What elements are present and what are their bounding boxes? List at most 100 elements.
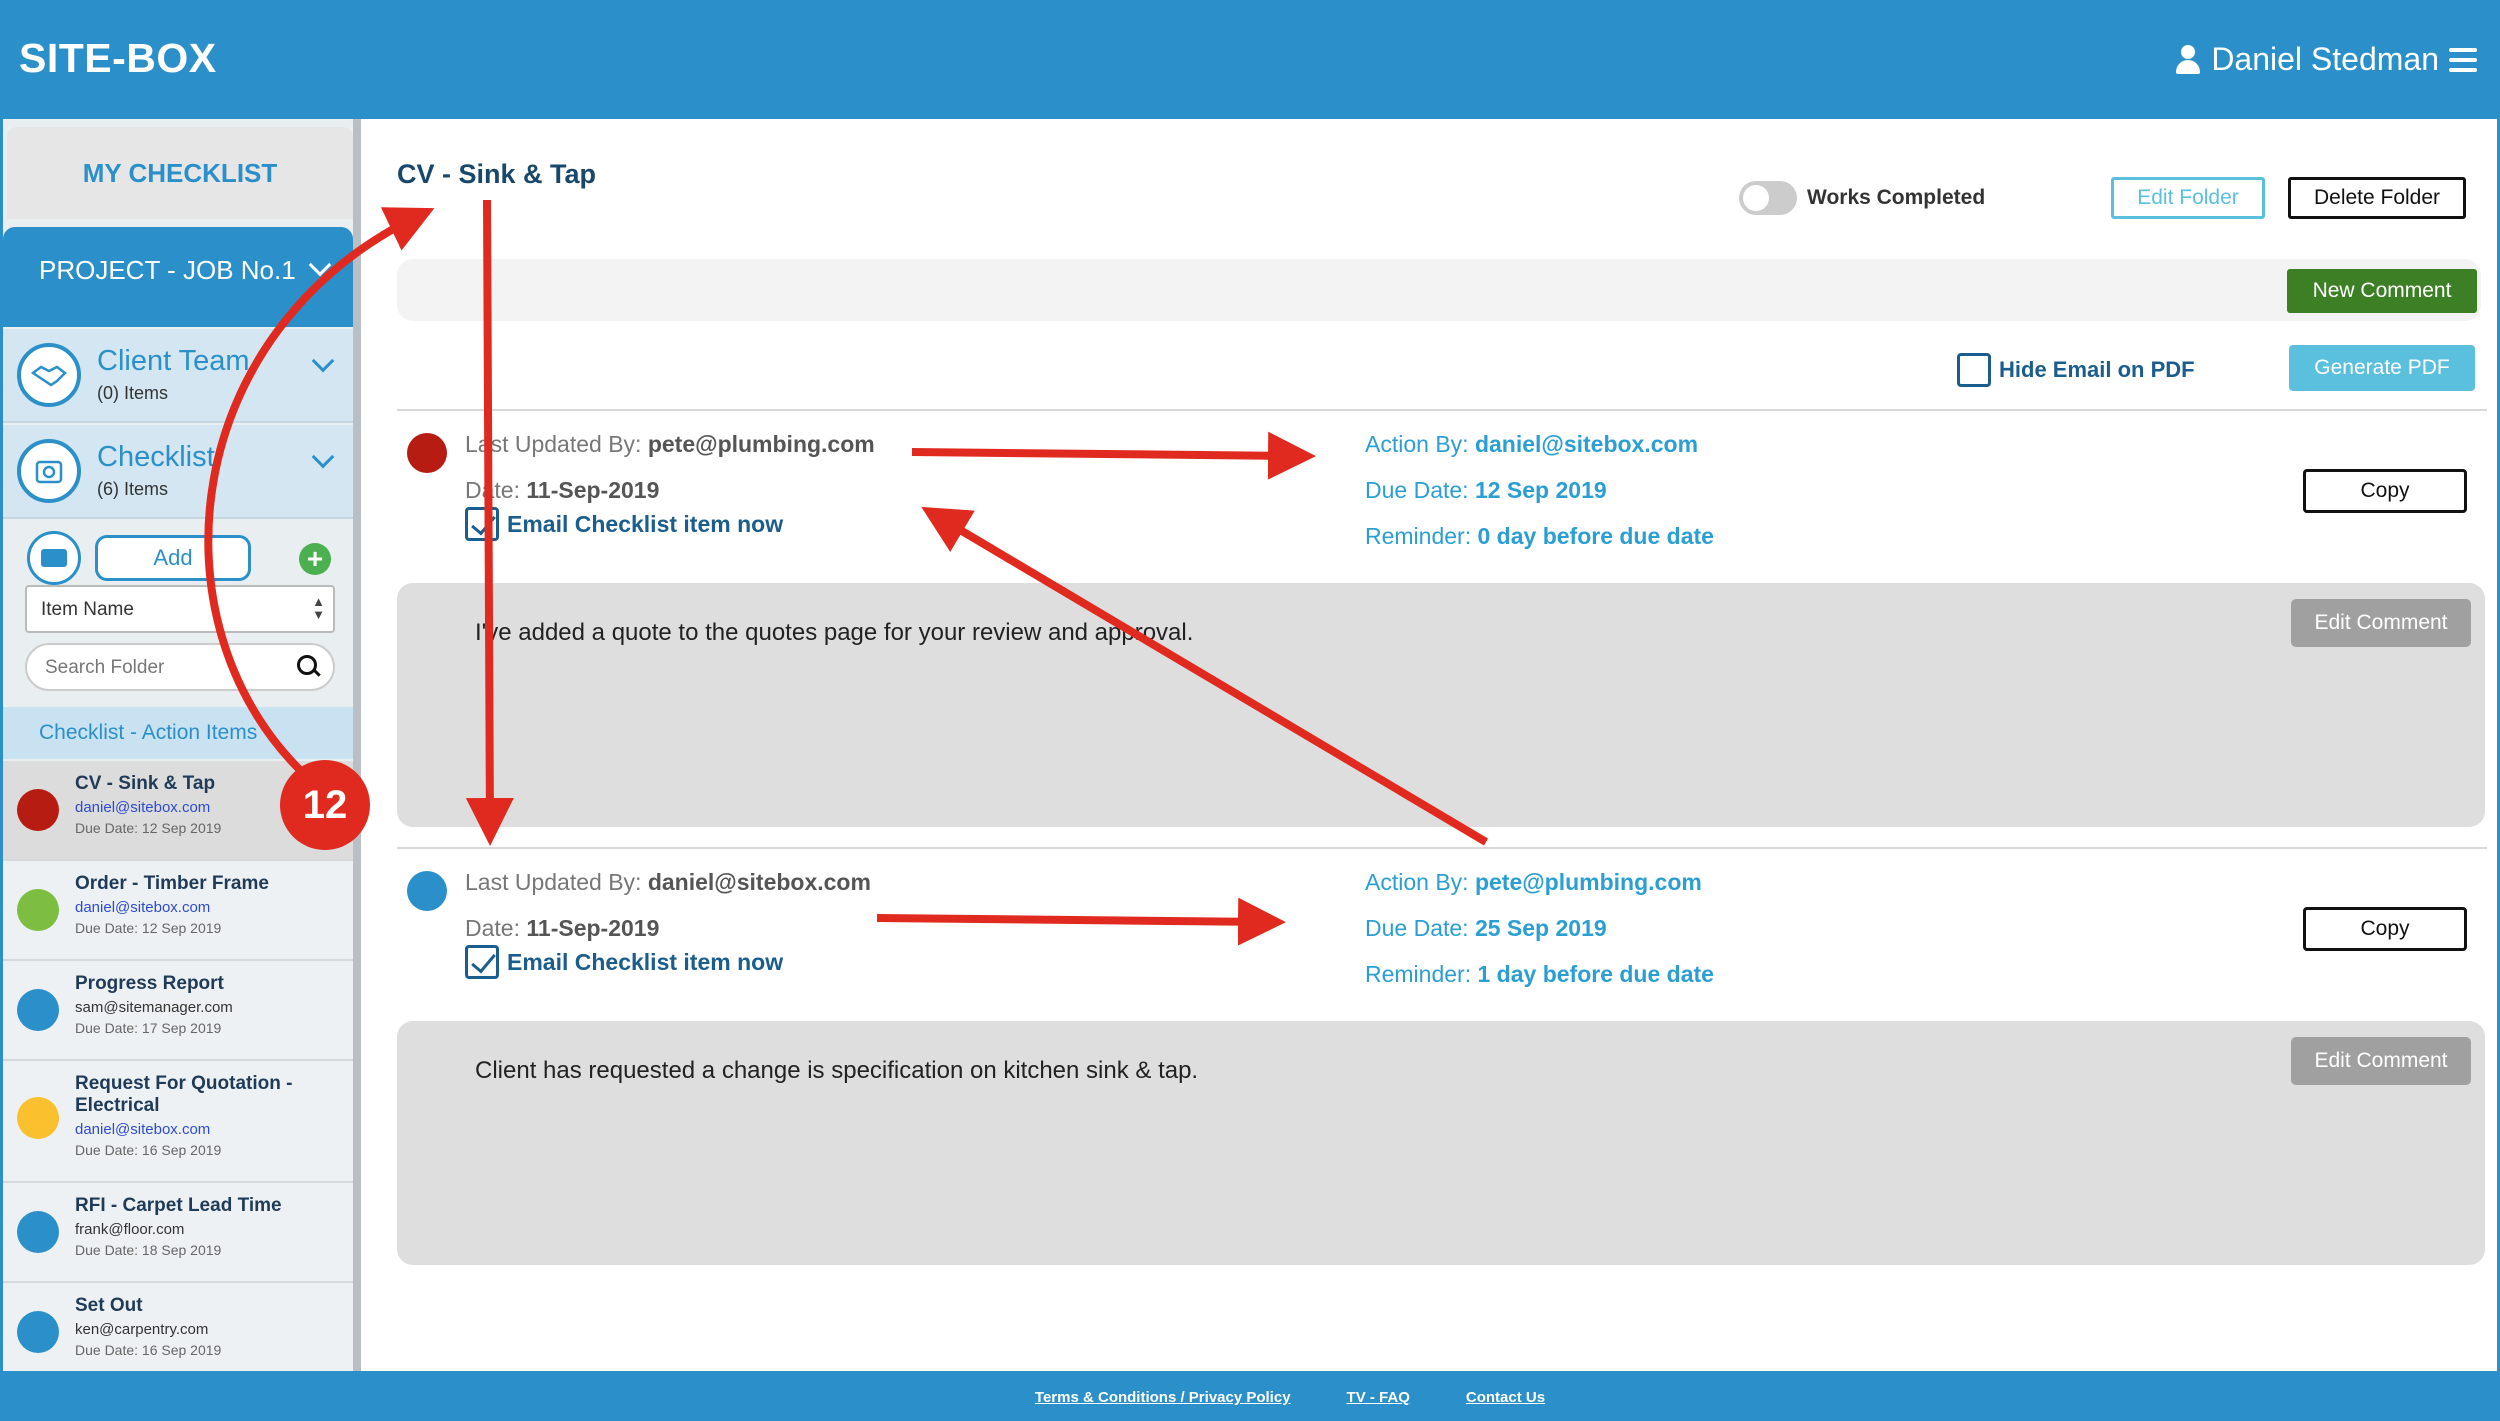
contact-link[interactable]: Contact Us [1466,1389,1545,1418]
email-now-checkbox[interactable]: Email Checklist item now [465,507,783,541]
item-due: Due Date: 12 Sep 2019 [75,920,222,936]
item-email: daniel@sitebox.com [75,899,211,916]
works-completed-toggle[interactable] [1739,181,1797,215]
item-name: Set Out [75,1295,143,1316]
item-name: Progress Report [75,973,224,994]
add-button[interactable]: Add [95,535,251,581]
sort-select[interactable]: Item Name ▲ ▼ [25,585,335,633]
section-count: (6) Items [97,479,169,499]
last-updated: Last Updated By: daniel@sitebox.com [465,869,871,895]
entry-date: Date: 11-Sep-2019 [465,477,660,503]
status-dot [17,789,59,831]
divider [397,409,2487,411]
item-email: daniel@sitebox.com [75,1121,211,1138]
section-title: Checklist [97,441,215,473]
checkbox[interactable] [1957,353,1991,387]
due-date: Due Date: 25 Sep 2019 [1365,915,1607,941]
hide-email-label: Hide Email on PDF [1999,357,2195,382]
new-comment-button[interactable]: New Comment [2287,269,2477,313]
edit-folder-button[interactable]: Edit Folder [2111,177,2265,219]
list-item[interactable]: Set Out ken@carpentry.com Due Date: 16 S… [3,1283,353,1383]
hamburger-menu-icon[interactable] [2449,47,2477,72]
comment-text: Client has requested a change is specifi… [475,1057,1199,1084]
email-now-label: Email Checklist item now [507,510,784,537]
comment-bar [397,259,2481,321]
list-item[interactable]: Request For Quotation - Electrical danie… [3,1061,353,1183]
edit-comment-button[interactable]: Edit Comment [2291,1037,2471,1085]
top-header: SITE-BOX Daniel Stedman [3,3,2497,119]
comment-box: I've added a quote to the quotes page fo… [397,583,2485,827]
folder-icon[interactable] [27,531,81,585]
hide-email-checkbox[interactable]: Hide Email on PDF [1957,353,2195,387]
copy-button[interactable]: Copy [2303,907,2467,951]
reminder: Reminder: 0 day before due date [1365,523,1714,549]
search-placeholder: Search Folder [45,657,165,678]
works-completed-label: Works Completed [1807,186,1986,209]
app-frame: SITE-BOX Daniel Stedman MY CHECKLIST PRO… [3,3,2497,1418]
list-item[interactable]: Order - Timber Frame daniel@sitebox.com … [3,861,353,961]
item-email: daniel@sitebox.com [75,799,211,816]
item-due: Due Date: 16 Sep 2019 [75,1342,222,1358]
user-menu[interactable]: Daniel Stedman [2175,41,2477,78]
handshake-icon [17,343,81,407]
footer: Terms & Conditions / Privacy Policy TV -… [3,1371,2497,1418]
email-now-label: Email Checklist item now [507,948,784,975]
item-name: Request For Quotation - Electrical [75,1073,293,1116]
last-updated: Last Updated By: pete@plumbing.com [465,431,875,457]
action-by: Action By: pete@plumbing.com [1365,869,1702,895]
chevron-down-icon[interactable] [311,445,335,469]
item-email: frank@floor.com [75,1221,185,1238]
sidebar: MY CHECKLIST PROJECT - JOB No.1 Client T… [3,119,361,1383]
section-count: (0) Items [97,383,169,403]
brand-logo[interactable]: SITE-BOX [19,35,217,82]
item-email: sam@sitemanager.com [75,999,233,1016]
chevron-down-icon[interactable] [311,349,335,373]
chevron-down-icon [308,253,332,277]
plus-icon[interactable]: + [299,543,331,575]
my-checklist-tab[interactable]: MY CHECKLIST [7,127,353,219]
status-dot [17,989,59,1031]
user-name: Daniel Stedman [2211,41,2439,77]
user-icon [2175,44,2201,75]
item-due: Due Date: 12 Sep 2019 [75,820,222,836]
copy-button[interactable]: Copy [2303,469,2467,513]
select-arrows-icon: ▲ ▼ [312,594,325,622]
entry-date: Date: 11-Sep-2019 [465,915,660,941]
camera-icon [17,439,81,503]
action-by: Action By: daniel@sitebox.com [1365,431,1699,457]
status-dot [17,1311,59,1353]
reminder: Reminder: 1 day before due date [1365,961,1714,987]
section-client-team[interactable]: Client Team (0) Items [3,329,353,423]
email-now-checkbox[interactable]: Email Checklist item now [465,945,783,979]
faq-link[interactable]: TV - FAQ [1347,1389,1410,1418]
item-due: Due Date: 18 Sep 2019 [75,1242,222,1258]
checked-checkbox[interactable] [465,945,499,979]
project-label: PROJECT - JOB No.1 [39,255,296,285]
delete-folder-button[interactable]: Delete Folder [2288,177,2466,219]
list-item[interactable]: RFI - Carpet Lead Time frank@floor.com D… [3,1183,353,1283]
status-dot [407,871,447,911]
item-email: ken@carpentry.com [75,1321,209,1338]
section-checklist[interactable]: Checklist (6) Items [3,425,353,519]
status-dot [17,1211,59,1253]
item-name: Order - Timber Frame [75,873,269,894]
generate-pdf-button[interactable]: Generate PDF [2289,345,2475,391]
status-dot [407,433,447,473]
divider [397,847,2487,849]
list-item[interactable]: Progress Report sam@sitemanager.com Due … [3,961,353,1061]
search-folder-input[interactable]: Search Folder [25,643,335,691]
status-dot [17,889,59,931]
edit-comment-button[interactable]: Edit Comment [2291,599,2471,647]
search-icon[interactable] [297,655,319,677]
checklist-items: CV - Sink & Tap daniel@sitebox.com Due D… [3,761,353,1383]
terms-link[interactable]: Terms & Conditions / Privacy Policy [1035,1389,1291,1418]
status-dot [17,1097,59,1139]
project-selector[interactable]: PROJECT - JOB No.1 [3,227,353,327]
item-name: RFI - Carpet Lead Time [75,1195,282,1216]
due-date: Due Date: 12 Sep 2019 [1365,477,1607,503]
list-header: Checklist - Action Items [3,707,353,759]
section-title: Client Team [97,345,250,377]
checked-checkbox[interactable] [465,507,499,541]
item-due: Due Date: 16 Sep 2019 [75,1142,222,1158]
main-panel: CV - Sink & Tap Works Completed Edit Fol… [361,119,2497,1373]
